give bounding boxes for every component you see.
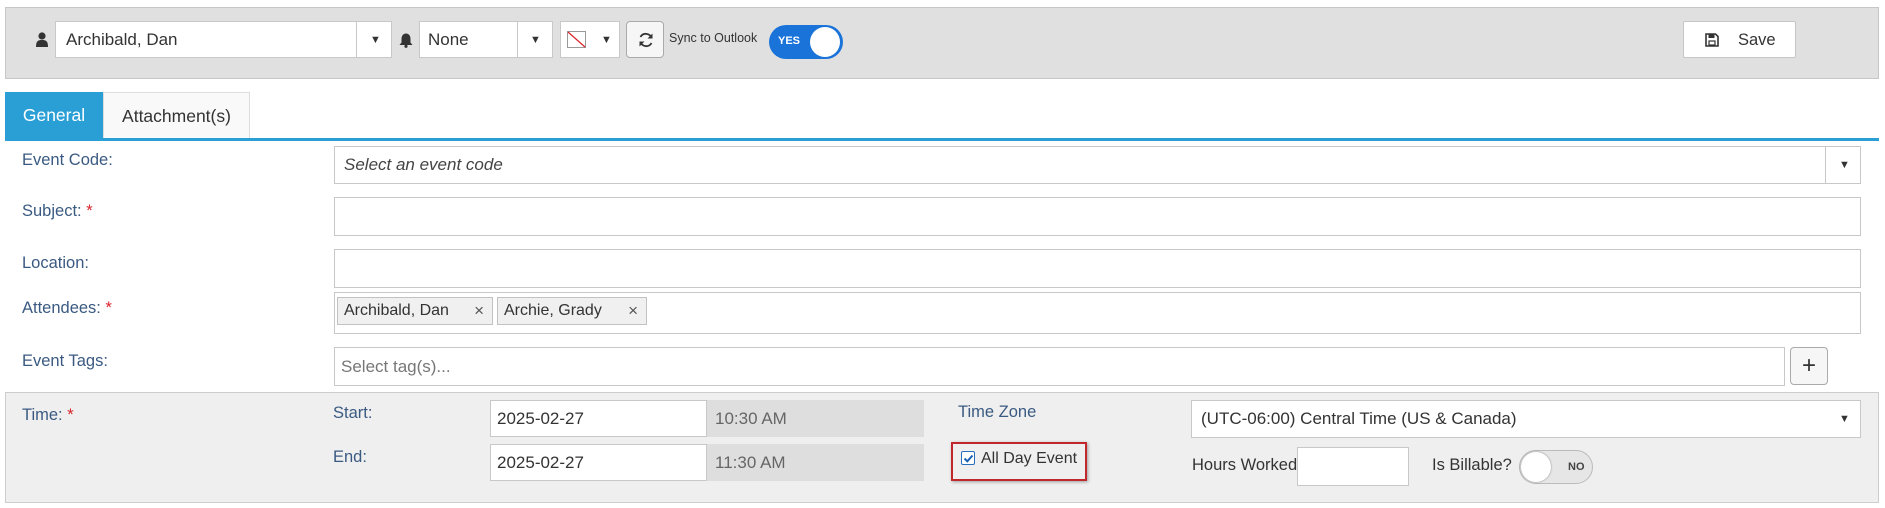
event-tags-placeholder: Select tag(s)... xyxy=(341,356,451,376)
tab-attachments[interactable]: Attachment(s) xyxy=(103,92,250,139)
sync-to-outlook-label: Sync to Outlook xyxy=(669,31,758,45)
time-zone-select[interactable]: (UTC-06:00) Central Time (US & Canada) ▼ xyxy=(1191,400,1861,438)
remove-attendee-icon[interactable]: × xyxy=(474,301,484,321)
chevron-down-icon[interactable]: ▼ xyxy=(530,22,541,57)
chevron-down-icon[interactable]: ▼ xyxy=(1839,147,1850,183)
save-button[interactable]: Save xyxy=(1683,21,1796,58)
toggle-knob xyxy=(810,27,840,57)
event-code-placeholder: Select an event code xyxy=(344,155,503,174)
floppy-disk-icon xyxy=(1705,33,1719,47)
subject-input[interactable] xyxy=(334,197,1861,236)
hours-worked-input[interactable] xyxy=(1297,447,1409,486)
attendee-chip-label: Archie, Grady xyxy=(504,302,602,319)
bell-icon xyxy=(399,33,413,48)
tab-underline xyxy=(5,138,1879,141)
save-button-label: Save xyxy=(1738,31,1776,49)
chevron-down-icon[interactable]: ▼ xyxy=(370,22,381,57)
refresh-icon xyxy=(639,32,653,48)
toggle-knob xyxy=(1521,452,1551,482)
plus-icon: + xyxy=(1801,352,1816,379)
sync-button[interactable] xyxy=(626,21,664,58)
event-tags-input[interactable]: Select tag(s)... xyxy=(334,347,1785,386)
chevron-down-icon[interactable]: ▼ xyxy=(601,22,612,57)
tab-general-label: General xyxy=(22,105,86,125)
checkmark-icon xyxy=(963,454,974,463)
tab-general[interactable]: General xyxy=(5,92,103,139)
all-day-event-label[interactable]: All Day Event xyxy=(981,450,1077,468)
time-label: Time: * xyxy=(22,406,74,424)
time-zone-value: (UTC-06:00) Central Time (US & Canada) xyxy=(1201,409,1517,428)
location-label: Location: xyxy=(22,254,89,272)
chevron-down-icon[interactable]: ▼ xyxy=(1839,401,1850,437)
sync-outlook-toggle[interactable]: YES xyxy=(769,25,843,59)
remove-attendee-icon[interactable]: × xyxy=(628,301,638,321)
no-color-swatch-icon xyxy=(567,31,586,48)
attendee-chip-label: Archibald, Dan xyxy=(344,302,449,319)
owner-select-value: Archibald, Dan xyxy=(66,29,178,49)
toggle-state-text: YES xyxy=(778,35,801,47)
reminder-select-value: None xyxy=(428,29,469,49)
attendee-chip: Archibald, Dan × xyxy=(337,297,493,325)
required-asterisk: * xyxy=(67,406,74,424)
start-time-value: 10:30 AM xyxy=(715,408,787,428)
end-time-value: 11:30 AM xyxy=(715,452,786,472)
start-time-input: 10:30 AM xyxy=(707,400,924,437)
event-code-select[interactable]: Select an event code ▼ xyxy=(334,146,1861,184)
toggle-state-text: NO xyxy=(1568,461,1585,473)
attendee-chip: Archie, Grady × xyxy=(497,297,647,325)
add-tag-button[interactable]: + xyxy=(1790,347,1828,385)
user-icon xyxy=(36,32,48,47)
end-date-value: 2025-02-27 xyxy=(497,452,584,472)
subject-label: Subject: * xyxy=(22,202,93,220)
event-tags-label: Event Tags: xyxy=(22,352,108,370)
start-date-input[interactable]: 2025-02-27 xyxy=(490,400,707,437)
start-label: Start: xyxy=(333,404,373,422)
is-billable-label: Is Billable? xyxy=(1432,456,1512,474)
hours-worked-label: Hours Worked xyxy=(1192,456,1298,474)
end-time-input: 11:30 AM xyxy=(707,444,924,481)
is-billable-toggle[interactable]: NO xyxy=(1519,450,1593,484)
color-picker[interactable]: ▼ xyxy=(560,21,620,58)
attendees-label: Attendees: * xyxy=(22,299,112,317)
end-date-input[interactable]: 2025-02-27 xyxy=(490,444,707,481)
time-zone-label: Time Zone xyxy=(958,403,1037,421)
reminder-select[interactable]: None ▼ xyxy=(419,21,553,58)
start-date-value: 2025-02-27 xyxy=(497,408,584,428)
required-asterisk: * xyxy=(86,202,93,220)
all-day-event-checkbox[interactable] xyxy=(961,451,975,465)
tab-attachments-label: Attachment(s) xyxy=(122,105,231,126)
location-input[interactable] xyxy=(334,249,1861,288)
owner-select[interactable]: Archibald, Dan ▼ xyxy=(55,21,392,58)
end-label: End: xyxy=(333,448,367,466)
required-asterisk: * xyxy=(105,299,112,317)
event-code-label: Event Code: xyxy=(22,151,113,169)
